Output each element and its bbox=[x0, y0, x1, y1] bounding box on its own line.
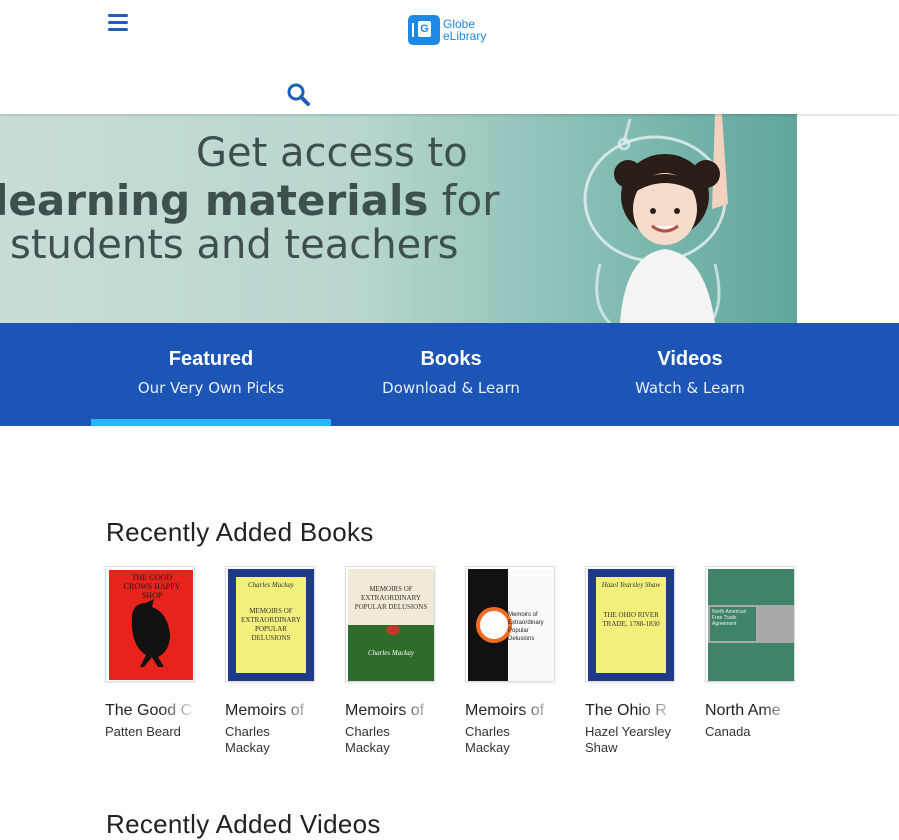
tab-books[interactable]: Books Download & Learn bbox=[331, 323, 571, 426]
book-card[interactable]: Memoirs of Extraordinary Popular Delusio… bbox=[465, 566, 585, 756]
book-card[interactable]: North American Free Trade Agreement Nort… bbox=[705, 566, 825, 740]
book-cover: Charles Mackay MEMOIRS OF EXTRAORDINARY … bbox=[225, 566, 315, 682]
book-author: Hazel Yearsley Shaw bbox=[585, 724, 671, 755]
globe-elibrary-logo[interactable]: G Globe eLibrary bbox=[408, 15, 486, 45]
book-author: Charles Mackay bbox=[225, 724, 270, 755]
hamburger-menu-icon[interactable] bbox=[108, 14, 128, 32]
book-title: Memoirs of bbox=[345, 702, 425, 719]
recently-added-books-heading: Recently Added Books bbox=[106, 517, 374, 547]
books-carousel: THE GOOD CROWS HAPPY SHOP The Good C Pat… bbox=[105, 566, 825, 766]
book-title: North Ame bbox=[705, 702, 781, 719]
hero-banner: Get access to learning materials for stu… bbox=[0, 114, 899, 323]
book-cover: North American Free Trade Agreement bbox=[705, 566, 795, 682]
book-card[interactable]: THE GOOD CROWS HAPPY SHOP The Good C Pat… bbox=[105, 566, 225, 740]
hero-headline-line-3: students and teachers bbox=[10, 222, 459, 268]
book-logo-icon: G bbox=[408, 15, 440, 45]
book-cover: MEMOIRS OF EXTRAORDINARY POPULAR DELUSIO… bbox=[345, 566, 435, 682]
site-header: G Globe eLibrary bbox=[0, 0, 899, 114]
book-cover: Hazel Yearsley Shaw THE OHIO RIVER TRADE… bbox=[585, 566, 675, 682]
book-card[interactable]: Hazel Yearsley Shaw THE OHIO RIVER TRADE… bbox=[585, 566, 705, 756]
book-title: Memoirs of bbox=[465, 702, 545, 719]
book-author: Charles Mackay bbox=[345, 724, 390, 755]
book-title: The Ohio R bbox=[585, 702, 667, 719]
book-author: Canada bbox=[705, 724, 751, 739]
search-icon[interactable] bbox=[286, 82, 310, 106]
book-author: Charles Mackay bbox=[465, 724, 510, 755]
book-cover: THE GOOD CROWS HAPPY SHOP bbox=[105, 566, 195, 682]
book-card[interactable]: Charles Mackay MEMOIRS OF EXTRAORDINARY … bbox=[225, 566, 345, 756]
student-illustration bbox=[583, 114, 728, 323]
book-card[interactable]: MEMOIRS OF EXTRAORDINARY POPULAR DELUSIO… bbox=[345, 566, 465, 756]
book-title: The Good C bbox=[105, 702, 193, 719]
recently-added-videos-heading: Recently Added Videos bbox=[106, 809, 381, 839]
book-cover: Memoirs of Extraordinary Popular Delusio… bbox=[465, 566, 555, 682]
tab-videos[interactable]: Videos Watch & Learn bbox=[570, 323, 810, 426]
book-author: Patten Beard bbox=[105, 724, 181, 739]
tab-featured[interactable]: Featured Our Very Own Picks bbox=[91, 323, 331, 426]
hero-headline-line-2: learning materials for bbox=[0, 176, 500, 225]
logo-text: Globe eLibrary bbox=[443, 17, 487, 43]
book-title: Memoirs of bbox=[225, 702, 305, 719]
category-tabs: Featured Our Very Own Picks Books Downlo… bbox=[0, 323, 899, 426]
hero-headline-line-1: Get access to bbox=[196, 130, 468, 176]
